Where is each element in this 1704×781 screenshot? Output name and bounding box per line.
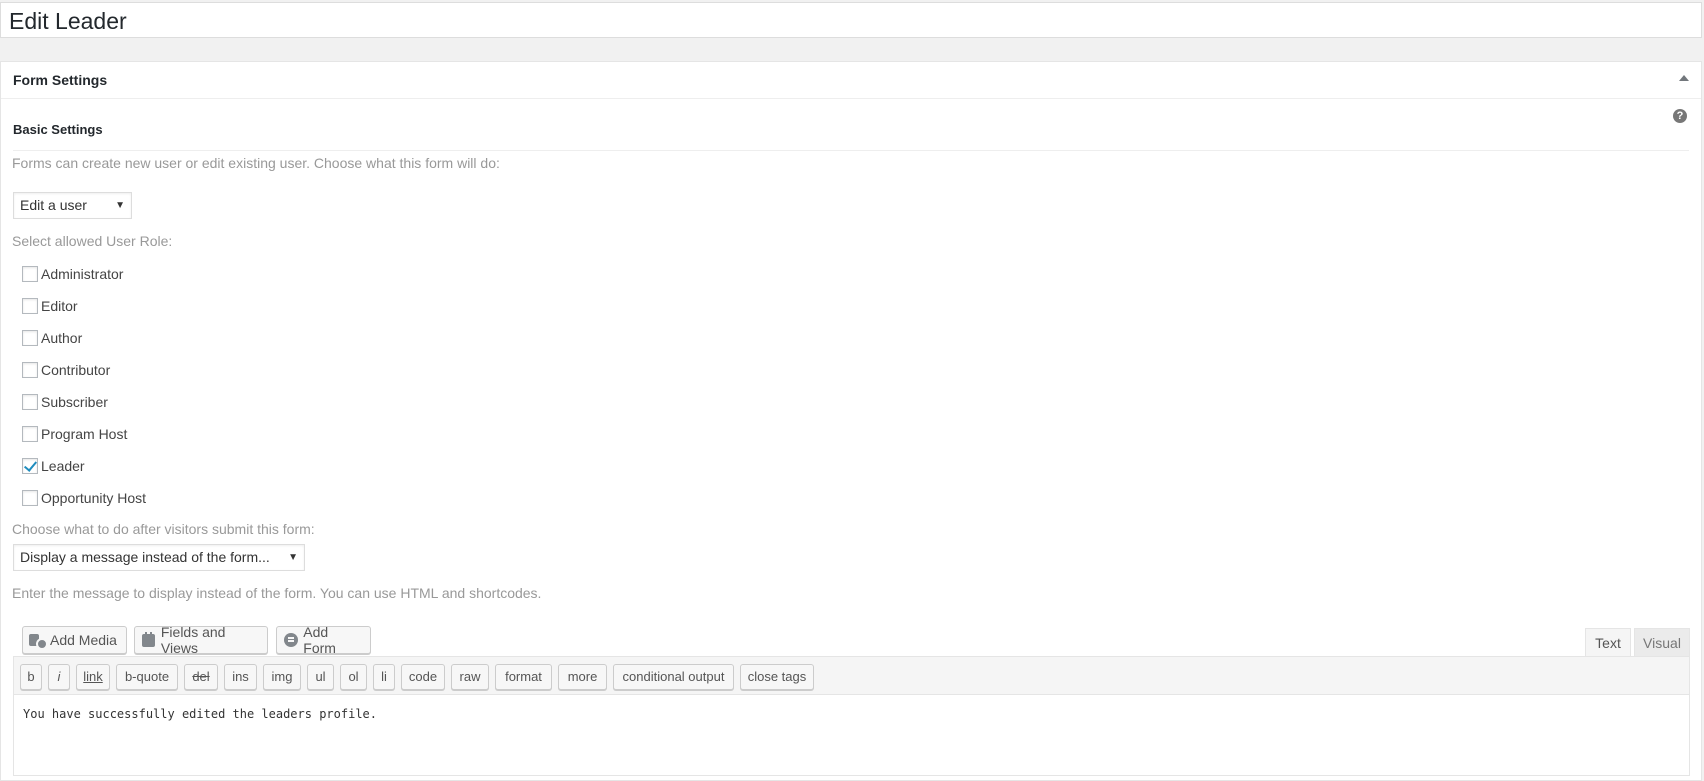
qt-bquote-button[interactable]: b-quote: [116, 664, 178, 690]
add-media-icon: [29, 632, 48, 650]
role-option-contributor[interactable]: Contributor: [22, 361, 110, 379]
role-option-opportunity-host[interactable]: Opportunity Host: [22, 489, 146, 507]
calendar-icon: [141, 632, 156, 648]
qt-italic-button[interactable]: i: [48, 664, 70, 690]
qt-conditional-output-button[interactable]: conditional output: [613, 664, 734, 690]
qt-raw-button[interactable]: raw: [451, 664, 489, 690]
qt-bold-button[interactable]: b: [20, 664, 42, 690]
message-editor: b i link b-quote del ins img ul ol li co…: [13, 656, 1690, 776]
add-media-label: Add Media: [50, 632, 117, 648]
after-submit-label: Choose what to do after visitors submit …: [12, 521, 315, 537]
add-form-button[interactable]: Add Form: [276, 624, 371, 656]
after-submit-select-value: Display a message instead of the form...: [20, 549, 270, 565]
qt-ol-button[interactable]: ol: [340, 664, 367, 690]
message-textarea[interactable]: You have successfully edited the leaders…: [14, 695, 1689, 733]
form-action-label: Forms can create new user or edit existi…: [12, 155, 500, 171]
add-media-button[interactable]: Add Media: [22, 626, 127, 654]
form-settings-header[interactable]: Form Settings: [1, 62, 1701, 99]
qt-close-tags-button[interactable]: close tags: [740, 664, 814, 690]
role-label: Program Host: [41, 426, 128, 442]
form-action-select-value: Edit a user: [20, 197, 87, 213]
role-label: Opportunity Host: [41, 490, 147, 506]
page-title-input[interactable]: Edit Leader: [0, 2, 1702, 38]
basic-settings-title: Basic Settings: [13, 122, 103, 137]
qt-code-button[interactable]: code: [401, 664, 445, 690]
qt-li-button[interactable]: li: [373, 664, 395, 690]
role-option-administrator[interactable]: Administrator: [22, 265, 123, 283]
qt-del-button[interactable]: del: [184, 664, 218, 690]
role-checkbox[interactable]: [22, 298, 38, 314]
role-label: Editor: [41, 298, 78, 314]
role-label: Leader: [41, 458, 85, 474]
role-option-subscriber[interactable]: Subscriber: [22, 393, 108, 411]
qt-img-button[interactable]: img: [263, 664, 301, 690]
role-checkbox[interactable]: [22, 330, 38, 346]
qt-more-button[interactable]: more: [558, 664, 607, 690]
role-checkbox[interactable]: [22, 426, 38, 442]
after-submit-select[interactable]: Display a message instead of the form...…: [13, 544, 305, 571]
form-settings-title: Form Settings: [13, 72, 108, 88]
role-label: Administrator: [41, 266, 124, 282]
select-arrow-icon: ▼: [115, 200, 125, 211]
form-icon: [283, 632, 299, 648]
qt-format-button[interactable]: format: [495, 664, 552, 690]
role-option-leader[interactable]: Leader: [22, 457, 85, 475]
select-arrow-icon: ▼: [288, 552, 298, 563]
form-action-select[interactable]: Edit a user ▼: [13, 192, 132, 219]
role-option-editor[interactable]: Editor: [22, 297, 78, 315]
role-label: Contributor: [41, 362, 111, 378]
tab-text[interactable]: Text: [1585, 628, 1631, 656]
basic-settings-header: Basic Settings ?: [13, 109, 1689, 151]
role-label: Author: [41, 330, 83, 346]
fields-and-views-label: Fields and Views: [160, 624, 226, 656]
role-label: Subscriber: [41, 394, 108, 410]
role-checkbox[interactable]: [22, 458, 38, 474]
quicktags-toolbar: b i link b-quote del ins img ul ol li co…: [14, 657, 1689, 695]
role-checkbox[interactable]: [22, 362, 38, 378]
qt-ins-button[interactable]: ins: [224, 664, 257, 690]
message-label: Enter the message to display instead of …: [12, 585, 542, 601]
qt-link-button[interactable]: link: [76, 664, 110, 690]
fields-and-views-button[interactable]: Fields and Views: [134, 624, 268, 656]
role-checkbox[interactable]: [22, 394, 38, 410]
role-option-program-host[interactable]: Program Host: [22, 425, 127, 443]
collapse-arrow-icon[interactable]: [1679, 75, 1689, 81]
role-option-author[interactable]: Author: [22, 329, 82, 347]
user-role-label: Select allowed User Role:: [12, 233, 173, 249]
help-icon[interactable]: ?: [1673, 109, 1687, 123]
role-checkbox[interactable]: [22, 490, 38, 506]
add-form-label: Add Form: [303, 624, 336, 656]
role-checkbox[interactable]: [22, 266, 38, 282]
qt-ul-button[interactable]: ul: [307, 664, 334, 690]
tab-visual[interactable]: Visual: [1634, 628, 1690, 656]
